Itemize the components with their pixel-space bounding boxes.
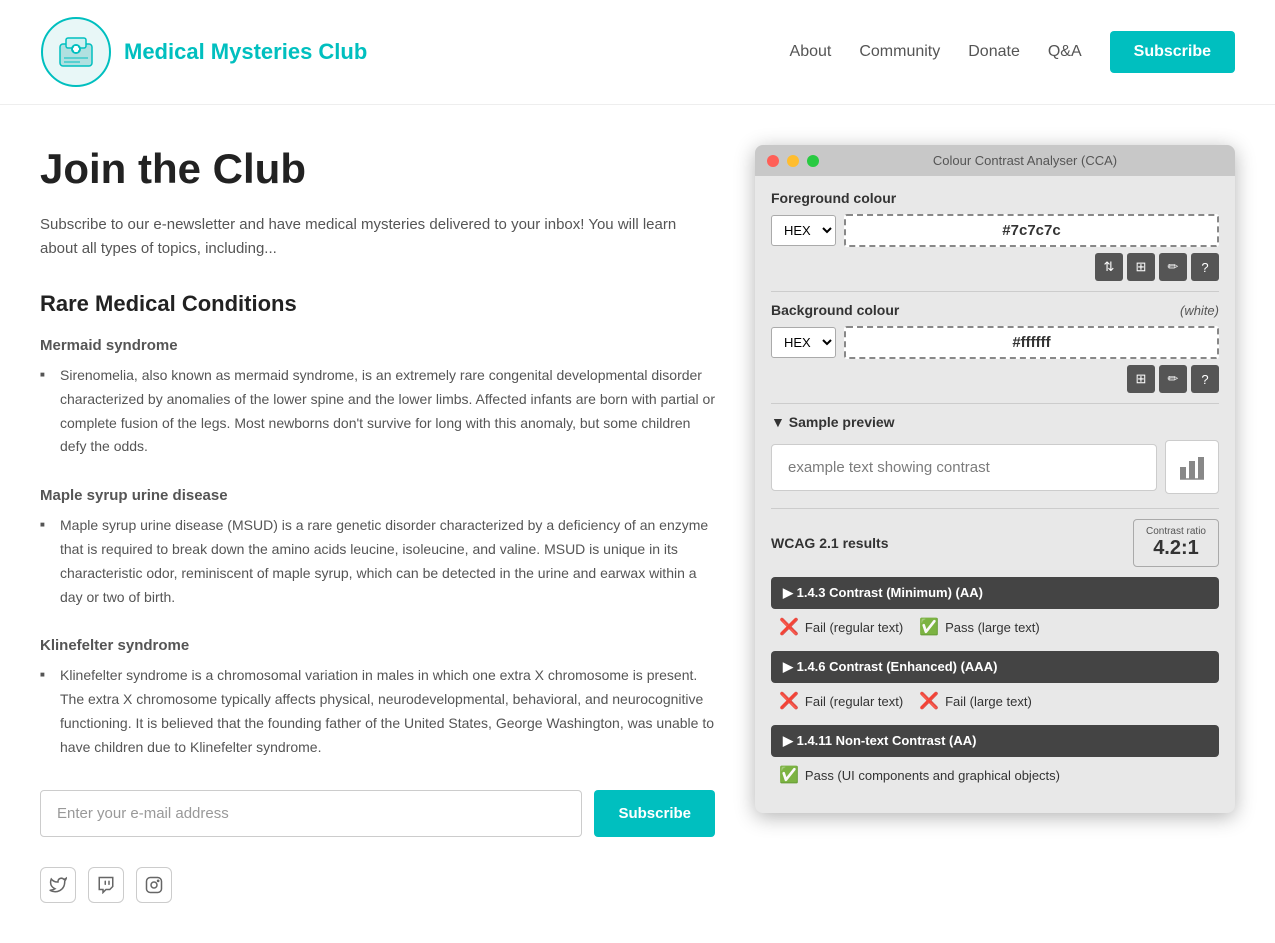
wcag-label: WCAG 2.1 results <box>771 535 888 551</box>
result-text-1-1: Fail (large text) <box>945 694 1032 709</box>
wcag-results-0: ❌ Fail (regular text) ✅ Pass (large text… <box>771 613 1219 645</box>
sample-preview-section: ▼ Sample preview example text showing co… <box>771 414 1219 494</box>
header-subscribe-button[interactable]: Subscribe <box>1110 31 1235 73</box>
fg-tool-icons: ⇅ ⊞ ✏ ? <box>771 253 1219 281</box>
condition-title-0: Mermaid syndrome <box>40 337 715 354</box>
bg-help-icon[interactable]: ? <box>1191 365 1219 393</box>
nav-qa[interactable]: Q&A <box>1048 43 1082 61</box>
divider-1 <box>771 291 1219 292</box>
wcag-result-1-1: ❌ Fail (large text) <box>919 691 1032 711</box>
wcag-criterion-2: ▶ 1.4.11 Non-text Contrast (AA) ✅ Pass (… <box>771 725 1219 793</box>
nav-about[interactable]: About <box>790 43 832 61</box>
fg-eyedropper-icon[interactable]: ✏ <box>1159 253 1187 281</box>
instagram-icon[interactable] <box>136 867 172 903</box>
fg-value-input[interactable] <box>844 214 1219 247</box>
page-title: Join the Club <box>40 145 715 193</box>
logo-area: Medical Mysteries Club <box>40 16 367 88</box>
contrast-ratio-label: Contrast ratio <box>1146 526 1206 537</box>
contrast-ratio-value: 4.2:1 <box>1146 537 1206 560</box>
chart-icon[interactable] <box>1165 440 1219 494</box>
result-text-0-0: Fail (regular text) <box>805 620 903 635</box>
nav-donate[interactable]: Donate <box>968 43 1020 61</box>
condition-desc-2: Klinefelter syndrome is a chromosomal va… <box>40 664 715 759</box>
main-layout: Join the Club Subscribe to our e-newslet… <box>0 105 1275 943</box>
condition-title-2: Klinefelter syndrome <box>40 637 715 654</box>
divider-3 <box>771 508 1219 509</box>
site-title: Medical Mysteries Club <box>124 39 367 65</box>
cca-panel: Colour Contrast Analyser (CCA) Foregroun… <box>755 145 1235 813</box>
twitch-icon[interactable] <box>88 867 124 903</box>
wcag-criterion-1: ▶ 1.4.6 Contrast (Enhanced) (AAA) ❌ Fail… <box>771 651 1219 719</box>
fg-adjust-icon[interactable]: ⊞ <box>1127 253 1155 281</box>
cca-body: Foreground colour HEX ⇅ ⊞ ✏ ? Background <box>755 176 1235 813</box>
sample-preview-row: example text showing contrast <box>771 440 1219 494</box>
wcag-result-0-1: ✅ Pass (large text) <box>919 617 1040 637</box>
intro-text: Subscribe to our e-newsletter and have m… <box>40 213 715 261</box>
result-text-2-0: Pass (UI components and graphical object… <box>805 768 1060 783</box>
wcag-criterion-0: ▶ 1.4.3 Contrast (Minimum) (AA) ❌ Fail (… <box>771 577 1219 645</box>
bg-eyedropper-icon[interactable]: ✏ <box>1159 365 1187 393</box>
condition-mermaid: Mermaid syndrome Sirenomelia, also known… <box>40 337 715 459</box>
bg-value-input[interactable] <box>844 326 1219 359</box>
email-input[interactable] <box>40 790 582 837</box>
pass-icon-0-1: ✅ <box>919 617 939 637</box>
cca-titlebar: Colour Contrast Analyser (CCA) <box>755 145 1235 176</box>
cca-title: Colour Contrast Analyser (CCA) <box>827 153 1223 168</box>
fg-swap-icon[interactable]: ⇅ <box>1095 253 1123 281</box>
header: Medical Mysteries Club About Community D… <box>0 0 1275 105</box>
twitter-icon[interactable] <box>40 867 76 903</box>
wcag-results-2: ✅ Pass (UI components and graphical obje… <box>771 761 1219 793</box>
sample-text: example text showing contrast <box>771 444 1157 491</box>
divider-2 <box>771 403 1219 404</box>
condition-klinefelter: Klinefelter syndrome Klinefelter syndrom… <box>40 637 715 759</box>
bg-format-select[interactable]: HEX <box>771 327 836 358</box>
wcag-criterion-button-0[interactable]: ▶ 1.4.3 Contrast (Minimum) (AA) <box>771 577 1219 609</box>
content-area: Join the Club Subscribe to our e-newslet… <box>40 145 715 903</box>
wcag-result-2-0: ✅ Pass (UI components and graphical obje… <box>779 765 1060 785</box>
nav: About Community Donate Q&A Subscribe <box>790 31 1235 73</box>
fail-icon-1-1: ❌ <box>919 691 939 711</box>
titlebar-dot-yellow[interactable] <box>787 155 799 167</box>
result-text-0-1: Pass (large text) <box>945 620 1040 635</box>
wcag-result-1-0: ❌ Fail (regular text) <box>779 691 903 711</box>
logo-icon <box>40 16 112 88</box>
condition-title-1: Maple syrup urine disease <box>40 487 715 504</box>
wcag-header: WCAG 2.1 results Contrast ratio 4.2:1 <box>771 519 1219 567</box>
cca-panel-area: Colour Contrast Analyser (CCA) Foregroun… <box>755 145 1235 903</box>
sample-preview-label: ▼ Sample preview <box>771 414 1219 430</box>
condition-maple: Maple syrup urine disease Maple syrup ur… <box>40 487 715 609</box>
wcag-criterion-button-1[interactable]: ▶ 1.4.6 Contrast (Enhanced) (AAA) <box>771 651 1219 683</box>
fg-row: HEX <box>771 214 1219 247</box>
fg-label: Foreground colour <box>771 190 1219 206</box>
bg-row: HEX <box>771 326 1219 359</box>
social-icons <box>40 867 715 903</box>
fail-icon-1-0: ❌ <box>779 691 799 711</box>
email-form: Subscribe <box>40 790 715 837</box>
bg-adjust-icon[interactable]: ⊞ <box>1127 365 1155 393</box>
fg-help-icon[interactable]: ? <box>1191 253 1219 281</box>
wcag-results-1: ❌ Fail (regular text) ❌ Fail (large text… <box>771 687 1219 719</box>
wcag-criterion-button-2[interactable]: ▶ 1.4.11 Non-text Contrast (AA) <box>771 725 1219 757</box>
wcag-result-0-0: ❌ Fail (regular text) <box>779 617 903 637</box>
bg-white-label: (white) <box>1180 303 1219 318</box>
bg-tool-icons: ⊞ ✏ ? <box>771 365 1219 393</box>
section-title: Rare Medical Conditions <box>40 291 715 317</box>
pass-icon-2-0: ✅ <box>779 765 799 785</box>
result-text-1-0: Fail (regular text) <box>805 694 903 709</box>
titlebar-dot-green[interactable] <box>807 155 819 167</box>
condition-desc-0: Sirenomelia, also known as mermaid syndr… <box>40 364 715 459</box>
nav-community[interactable]: Community <box>859 43 940 61</box>
contrast-ratio-box: Contrast ratio 4.2:1 <box>1133 519 1219 567</box>
condition-desc-1: Maple syrup urine disease (MSUD) is a ra… <box>40 514 715 609</box>
titlebar-dot-red[interactable] <box>767 155 779 167</box>
bg-label: Background colour <box>771 302 899 318</box>
fg-format-select[interactable]: HEX <box>771 215 836 246</box>
form-subscribe-button[interactable]: Subscribe <box>594 790 715 837</box>
fail-icon-0-0: ❌ <box>779 617 799 637</box>
bg-header-row: Background colour (white) <box>771 302 1219 318</box>
